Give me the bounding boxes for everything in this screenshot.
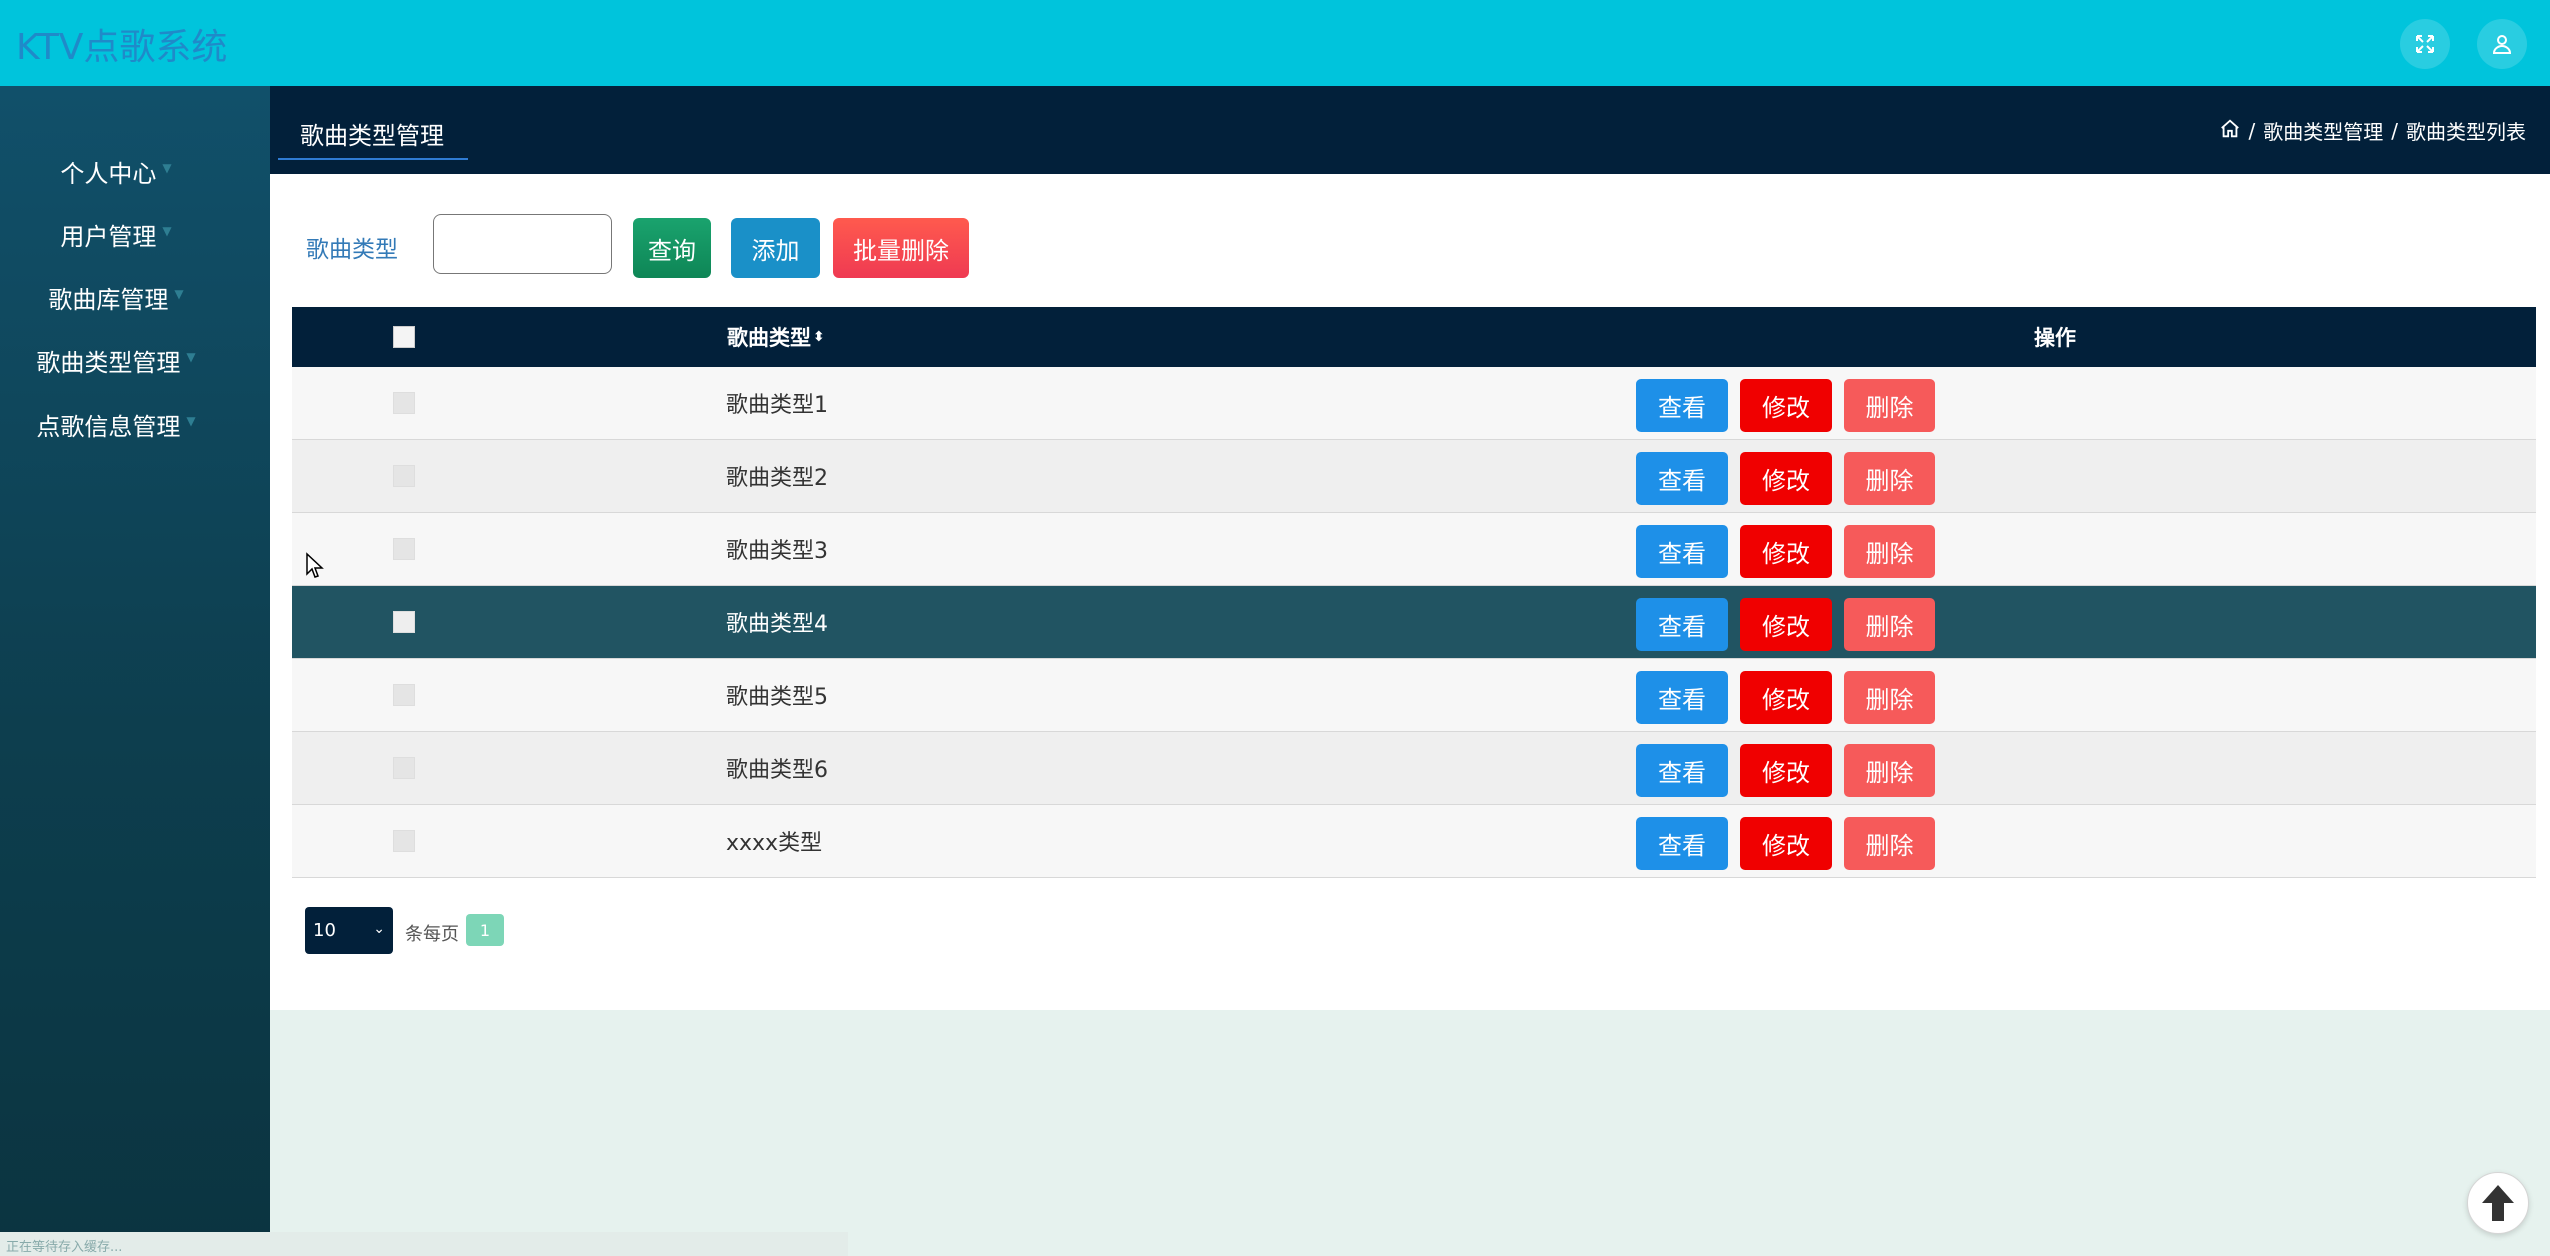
cell-song-type: 歌曲类型1: [726, 393, 828, 418]
search-label: 歌曲类型: [306, 237, 398, 263]
table-body: 歌曲类型1 查看 修改 删除 歌曲类型2 查看 修改 删除 歌曲类型3 查看 修改 删除 歌曲类型4 查看…: [292, 367, 2536, 878]
mouse-cursor-icon: [306, 552, 324, 578]
breadcrumb-separator: /: [2248, 118, 2256, 143]
user-icon[interactable]: [2477, 19, 2527, 69]
table-row[interactable]: 歌曲类型4 查看 修改 删除: [292, 586, 2536, 659]
row-checkbox[interactable]: [393, 830, 415, 852]
edit-button[interactable]: 修改: [1740, 379, 1832, 432]
edit-button[interactable]: 修改: [1740, 598, 1832, 651]
content-header: 歌曲类型管理 / 歌曲类型管理 / 歌曲类型列表: [270, 86, 2550, 174]
delete-button[interactable]: 删除: [1844, 744, 1935, 797]
sidebar: 个人中心 ▼ 用户管理 ▼ 歌曲库管理 ▼ 歌曲类型管理 ▼ 点歌信息管理 ▼: [0, 86, 270, 1256]
view-button[interactable]: 查看: [1636, 525, 1728, 578]
sidebar-item-song-library[interactable]: 歌曲库管理 ▼: [0, 272, 232, 322]
batch-delete-button[interactable]: 批量删除: [833, 218, 969, 278]
delete-button[interactable]: 删除: [1844, 598, 1935, 651]
cell-song-type: 歌曲类型5: [726, 685, 828, 710]
page-button-1[interactable]: 1: [466, 914, 504, 946]
sidebar-item-personal-center[interactable]: 个人中心 ▼: [0, 146, 232, 196]
row-checkbox[interactable]: [393, 465, 415, 487]
view-button[interactable]: 查看: [1636, 598, 1728, 651]
edit-button[interactable]: 修改: [1740, 744, 1832, 797]
delete-button[interactable]: 删除: [1844, 379, 1935, 432]
breadcrumb-item: 歌曲类型列表: [2406, 120, 2526, 144]
page-size-select[interactable]: 10 ⌄: [305, 907, 393, 954]
edit-button[interactable]: 修改: [1740, 452, 1832, 505]
row-actions: 查看 修改 删除: [1636, 379, 1947, 432]
table-row[interactable]: xxxx类型 查看 修改 删除: [292, 805, 2536, 878]
song-type-search-input[interactable]: [433, 214, 612, 274]
query-button[interactable]: 查询: [633, 218, 711, 278]
table-row[interactable]: 歌曲类型1 查看 修改 删除: [292, 367, 2536, 440]
chevron-down-icon: ⌄: [373, 921, 385, 937]
breadcrumb-separator: /: [2391, 118, 2398, 143]
app-title: KTV点歌系统: [16, 27, 228, 68]
view-button[interactable]: 查看: [1636, 452, 1728, 505]
sidebar-item-label: 个人中心: [60, 159, 157, 188]
caret-down-icon: ▼: [162, 161, 172, 175]
row-checkbox[interactable]: [393, 538, 415, 560]
view-button[interactable]: 查看: [1636, 744, 1728, 797]
delete-button[interactable]: 删除: [1844, 525, 1935, 578]
cell-song-type: xxxx类型: [726, 831, 823, 856]
main-panel: 歌曲类型 查询 添加 批量删除 歌曲类型 ⬍ 操作 歌曲类型1 查看 修改 删除 歌曲类型…: [270, 174, 2550, 1010]
per-page-label: 条每页: [405, 924, 459, 945]
delete-button[interactable]: 删除: [1844, 671, 1935, 724]
cell-song-type: 歌曲类型3: [726, 539, 828, 564]
sort-icon[interactable]: ⬍: [813, 329, 825, 345]
row-checkbox[interactable]: [393, 392, 415, 414]
table-row[interactable]: 歌曲类型6 查看 修改 删除: [292, 732, 2536, 805]
browser-status-bar: 正在等待存入缓存...: [0, 1232, 848, 1256]
delete-button[interactable]: 删除: [1844, 452, 1935, 505]
home-icon[interactable]: [2219, 119, 2241, 140]
edit-button[interactable]: 修改: [1740, 817, 1832, 870]
edit-button[interactable]: 修改: [1740, 525, 1832, 578]
row-actions: 查看 修改 删除: [1636, 744, 1947, 797]
sidebar-item-label: 用户管理: [60, 222, 157, 251]
row-checkbox[interactable]: [393, 684, 415, 706]
column-header-song-type[interactable]: 歌曲类型 ⬍: [727, 307, 825, 367]
sidebar-item-song-type[interactable]: 歌曲类型管理 ▼: [0, 335, 232, 385]
caret-down-icon: ▼: [186, 350, 196, 364]
cell-song-type: 歌曲类型6: [726, 758, 828, 783]
row-actions: 查看 修改 删除: [1636, 817, 1947, 870]
breadcrumb: / 歌曲类型管理 / 歌曲类型列表: [2219, 116, 2526, 145]
tab-song-type-management[interactable]: 歌曲类型管理: [278, 116, 468, 160]
cell-song-type: 歌曲类型2: [726, 466, 828, 491]
column-header-operation: 操作: [2034, 326, 2076, 350]
row-actions: 查看 修改 删除: [1636, 598, 1947, 651]
table-row[interactable]: 歌曲类型5 查看 修改 删除: [292, 659, 2536, 732]
sidebar-item-user-management[interactable]: 用户管理 ▼: [0, 209, 232, 259]
row-actions: 查看 修改 删除: [1636, 671, 1947, 724]
fullscreen-icon[interactable]: [2400, 19, 2450, 69]
caret-down-icon: ▼: [162, 224, 172, 238]
back-to-top-button[interactable]: [2467, 1172, 2529, 1234]
song-type-table: 歌曲类型 ⬍ 操作 歌曲类型1 查看 修改 删除 歌曲类型2 查看 修改 删除 歌曲类型3 查看 修改…: [292, 307, 2536, 878]
add-button[interactable]: 添加: [731, 218, 820, 278]
row-actions: 查看 修改 删除: [1636, 525, 1947, 578]
sidebar-item-label: 歌曲库管理: [48, 285, 169, 314]
sidebar-item-label: 点歌信息管理: [36, 412, 181, 441]
view-button[interactable]: 查看: [1636, 671, 1728, 724]
row-actions: 查看 修改 删除: [1636, 452, 1947, 505]
cell-song-type: 歌曲类型4: [726, 612, 828, 637]
row-checkbox[interactable]: [393, 757, 415, 779]
row-checkbox[interactable]: [393, 611, 415, 633]
sidebar-item-request-info[interactable]: 点歌信息管理 ▼: [0, 399, 232, 449]
top-bar: KTV点歌系统: [0, 0, 2550, 86]
caret-down-icon: ▼: [186, 414, 196, 428]
view-button[interactable]: 查看: [1636, 817, 1728, 870]
table-row[interactable]: 歌曲类型2 查看 修改 删除: [292, 440, 2536, 513]
arrow-up-icon: [2482, 1185, 2514, 1221]
table-header: 歌曲类型 ⬍ 操作: [292, 307, 2536, 367]
delete-button[interactable]: 删除: [1844, 817, 1935, 870]
select-all-checkbox[interactable]: [393, 326, 415, 348]
caret-down-icon: ▼: [174, 287, 184, 301]
view-button[interactable]: 查看: [1636, 379, 1728, 432]
table-row[interactable]: 歌曲类型3 查看 修改 删除: [292, 513, 2536, 586]
breadcrumb-item[interactable]: 歌曲类型管理: [2263, 116, 2383, 145]
edit-button[interactable]: 修改: [1740, 671, 1832, 724]
sidebar-item-label: 歌曲类型管理: [36, 348, 181, 377]
